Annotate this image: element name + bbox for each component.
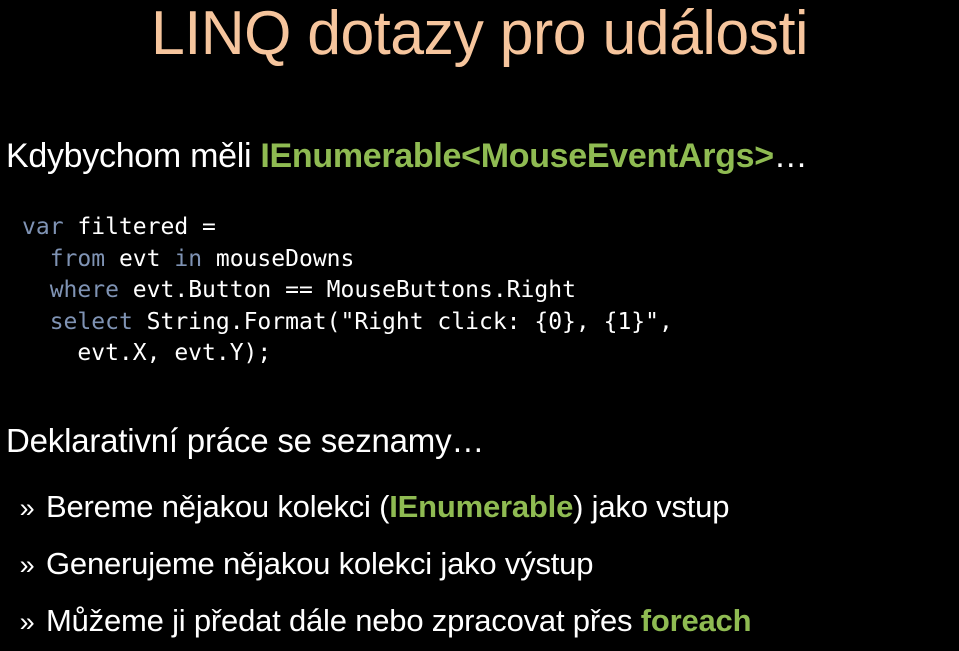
bullet-text-pre: Generujeme nějakou kolekci jako výstup	[46, 546, 594, 581]
bullet-text: Generujeme nějakou kolekci jako výstup	[46, 535, 956, 592]
bullet-text: Bereme nějakou kolekci (IEnumerable) jak…	[46, 478, 956, 535]
code-text: evt.Button == MouseButtons.Right	[118, 277, 576, 303]
bullet-text: Můžeme ji předat dále nebo zpracovat pře…	[46, 592, 956, 649]
code-keyword: in	[174, 245, 203, 272]
code-block: var filtered = from evt in mouseDowns wh…	[22, 212, 942, 370]
code-text: evt.X, evt.Y);	[22, 340, 272, 366]
code-line: select String.Format("Right click: {0}, …	[22, 307, 942, 339]
bullet-marker-icon: »	[19, 607, 35, 637]
bullet-marker-icon: »	[19, 550, 35, 580]
code-keyword: select	[49, 308, 133, 335]
slide-title: LINQ dotazy pro události	[151, 0, 808, 68]
code-text: evt	[105, 245, 175, 272]
code-line: var filtered =	[22, 212, 942, 244]
bullet-list: » Bereme nějakou kolekci (IEnumerable) ja…	[6, 478, 956, 649]
subtitle-ellipsis: …	[773, 137, 808, 175]
bullet-code-term: foreach	[640, 603, 752, 638]
bullet-marker-icon: »	[19, 493, 35, 523]
bullet-text-pre: Bereme nějakou kolekci (	[46, 489, 390, 524]
code-line: evt.X, evt.Y);	[22, 338, 942, 370]
presentation-slide: LINQ dotazy pro události Kdybychom měli …	[0, 0, 959, 640]
bullet-code-term: IEnumerable	[389, 489, 574, 524]
subtitle-code-term: IEnumerable<MouseEventArgs>	[260, 137, 774, 175]
code-keyword: from	[49, 245, 106, 272]
code-text: String.Format("Right click: {0}, {1}",	[132, 308, 673, 335]
bullet-text-pre: Můžeme ji předat dále nebo zpracovat pře…	[46, 603, 641, 638]
subtitle-lead-text: Kdybychom měli	[6, 137, 261, 175]
bullet-text-post: ) jako vstup	[573, 489, 730, 524]
bullet-item: » Bereme nějakou kolekci (IEnumerable) ja…	[6, 478, 956, 535]
code-line: where evt.Button == MouseButtons.Right	[22, 275, 942, 307]
body-line: Deklarativní práce se seznamy…	[6, 422, 485, 459]
code-keyword: var	[22, 214, 64, 240]
subtitle-line: Kdybychom měli IEnumerable<MouseEventArg…	[6, 136, 956, 176]
bullet-item: » Můžeme ji předat dále nebo zpracovat př…	[6, 592, 956, 649]
code-line: from evt in mouseDowns	[22, 244, 942, 276]
bullet-item: » Generujeme nějakou kolekci jako výstup	[6, 535, 956, 592]
code-keyword: where	[49, 277, 119, 303]
code-text: mouseDowns	[202, 245, 355, 272]
code-text: filtered =	[63, 214, 216, 240]
